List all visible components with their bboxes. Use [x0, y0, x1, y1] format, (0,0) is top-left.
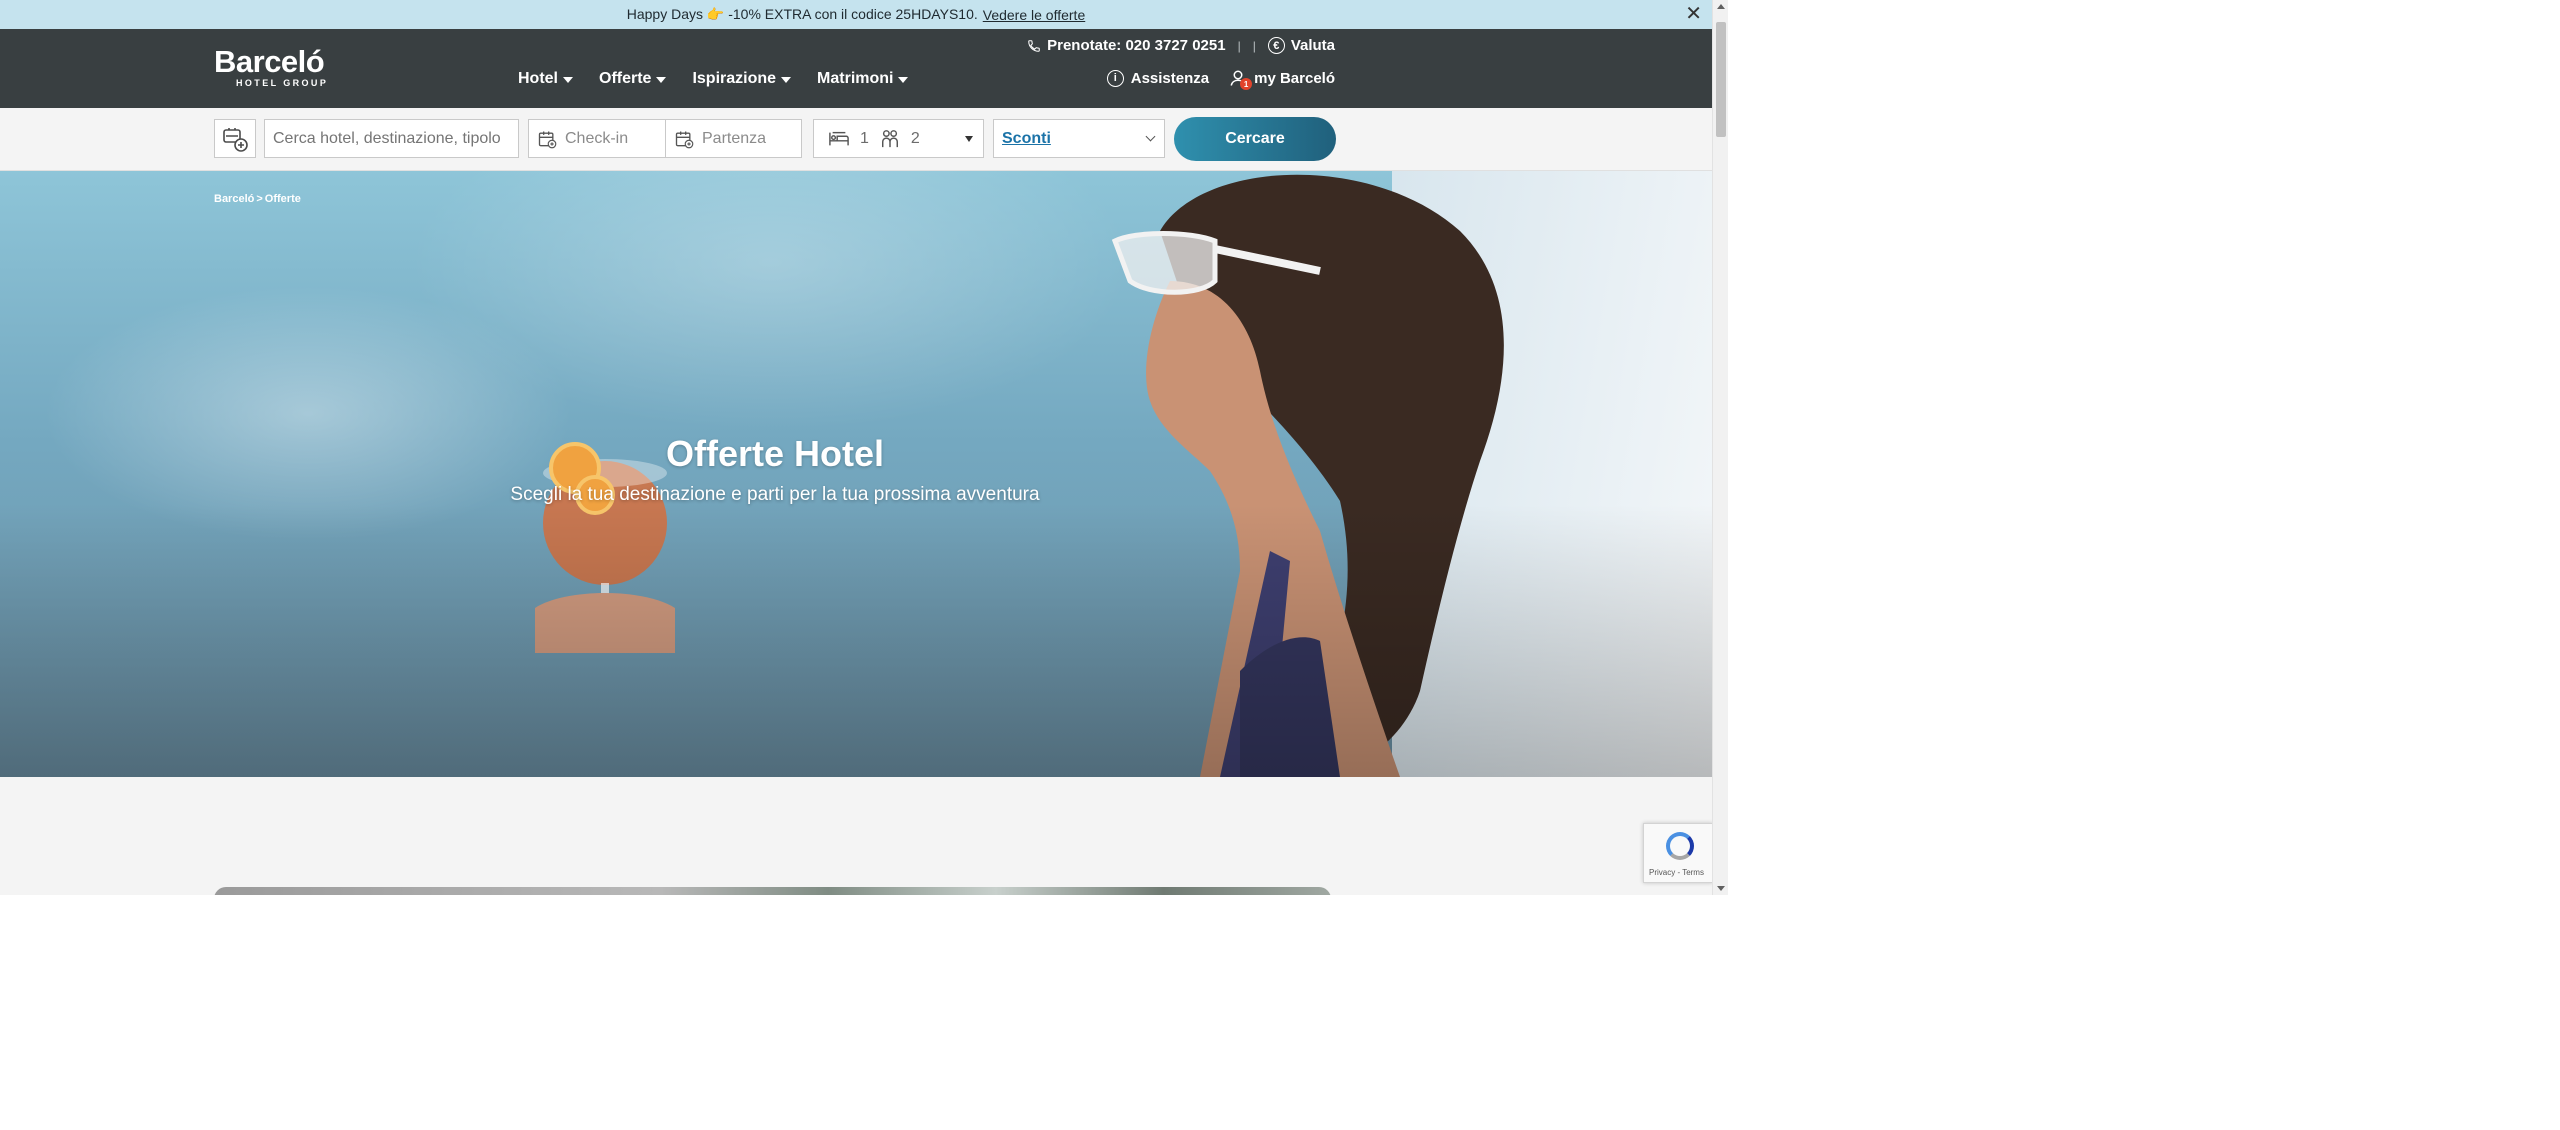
close-icon[interactable]: ✕	[1685, 4, 1702, 24]
account-label: my Barceló	[1254, 69, 1335, 87]
caret-down-icon	[898, 76, 909, 83]
phone-icon	[1028, 39, 1040, 52]
logo-subtitle: HOTEL GROUP	[236, 78, 329, 88]
checkout-placeholder: Partenza	[702, 129, 767, 147]
header-helpline: i Assistenza 1 my Barceló	[1106, 69, 1335, 90]
nav-item-matrimoni[interactable]: Matrimoni	[817, 70, 909, 88]
guests-icon	[881, 129, 898, 147]
help-label: Assistenza	[1130, 69, 1210, 87]
main-navigation: Hotel Offerte Ispirazione Matrimoni	[518, 70, 909, 88]
nav-item-label: Hotel	[518, 70, 558, 87]
recaptcha-terms[interactable]: Privacy - Terms	[1649, 868, 1704, 877]
notification-badge: 1	[1240, 78, 1253, 90]
currency-label: Valuta	[1290, 37, 1335, 54]
breadcrumb: Barceló > Offerte	[214, 193, 301, 205]
discount-selector[interactable]: Sconti	[993, 119, 1165, 158]
scroll-down-icon[interactable]	[1717, 886, 1725, 891]
caret-down-icon	[781, 76, 792, 83]
nav-item-ispirazione[interactable]: Ispirazione	[692, 70, 792, 88]
page-title: Offerte Hotel	[665, 433, 885, 474]
rooms-count: 1	[860, 129, 869, 147]
breadcrumb-home[interactable]: Barceló	[214, 193, 254, 205]
scrollbar-thumb[interactable]	[1716, 22, 1726, 137]
booking-search-bar: Check-in Partenza 1 2 Sconti Cercare	[0, 108, 1712, 171]
help-link[interactable]: i Assistenza	[1106, 69, 1210, 87]
separator: |	[1237, 38, 1241, 53]
bed-icon	[829, 131, 849, 145]
site-header: Barceló HOTEL GROUP Hotel Offerte Ispira…	[0, 29, 1712, 108]
nav-item-label: Matrimoni	[817, 70, 894, 87]
destination-search-input[interactable]	[264, 119, 519, 158]
breadcrumb-separator: >	[256, 193, 263, 205]
nav-item-label: Ispirazione	[692, 70, 777, 87]
offers-section	[0, 777, 1712, 895]
checkout-field[interactable]: Partenza	[665, 119, 802, 158]
calendar-icon	[675, 131, 694, 148]
promo-offers-link[interactable]: Vedere le offerte	[983, 7, 1085, 23]
header-topline: Prenotate: 020 3727 0251 | | € Valuta	[1027, 37, 1335, 54]
my-barcelo-link[interactable]: 1 my Barceló	[1229, 69, 1335, 90]
recaptcha-badge[interactable]: Privacy - Terms	[1643, 823, 1713, 883]
multi-destination-icon	[223, 127, 248, 152]
page-scrollbar[interactable]	[1712, 0, 1728, 895]
caret-down-icon	[656, 76, 667, 83]
guests-count: 2	[910, 129, 920, 147]
barcelo-logo[interactable]: Barceló HOTEL GROUP	[214, 44, 344, 88]
info-icon: i	[1106, 69, 1124, 87]
scroll-up-icon[interactable]	[1717, 4, 1725, 9]
chevron-down-icon	[1145, 131, 1156, 142]
checkin-field[interactable]: Check-in	[528, 119, 666, 158]
euro-icon: €	[1267, 37, 1285, 54]
page-subtitle: Scegli la tua destinazione e parti per l…	[510, 484, 1040, 505]
phone-label: Prenotate: 020 3727 0251	[1047, 37, 1226, 54]
offer-card-preview[interactable]	[214, 887, 1331, 895]
phone-link[interactable]: Prenotate: 020 3727 0251	[1027, 37, 1226, 54]
browser-viewport: Happy Days 👉 -10% EXTRA con il codice 25…	[0, 0, 1728, 895]
checkin-placeholder: Check-in	[565, 129, 629, 147]
promo-text: Happy Days 👉 -10% EXTRA con il codice 25…	[626, 6, 978, 22]
hero-banner: Barceló > Offerte Offerte Hotel Scegli l…	[0, 171, 1712, 777]
search-button[interactable]: Cercare	[1174, 117, 1336, 161]
nav-item-label: Offerte	[599, 70, 652, 87]
nav-item-offerte[interactable]: Offerte	[599, 70, 667, 88]
rooms-guests-selector[interactable]: 1 2	[813, 119, 984, 158]
currency-selector[interactable]: € Valuta	[1267, 37, 1335, 54]
promo-banner: Happy Days 👉 -10% EXTRA con il codice 25…	[0, 0, 1712, 29]
calendar-icon	[538, 131, 557, 148]
discount-label: Sconti	[1002, 129, 1051, 147]
triangle-down-icon	[965, 136, 973, 142]
recaptcha-icon	[1666, 832, 1694, 860]
nav-item-hotel[interactable]: Hotel	[518, 70, 573, 88]
breadcrumb-current: Offerte	[264, 193, 301, 205]
logo-brand: Barceló	[214, 44, 325, 79]
caret-down-icon	[563, 76, 573, 83]
separator: |	[1252, 38, 1256, 53]
multi-destination-button[interactable]	[214, 119, 256, 158]
